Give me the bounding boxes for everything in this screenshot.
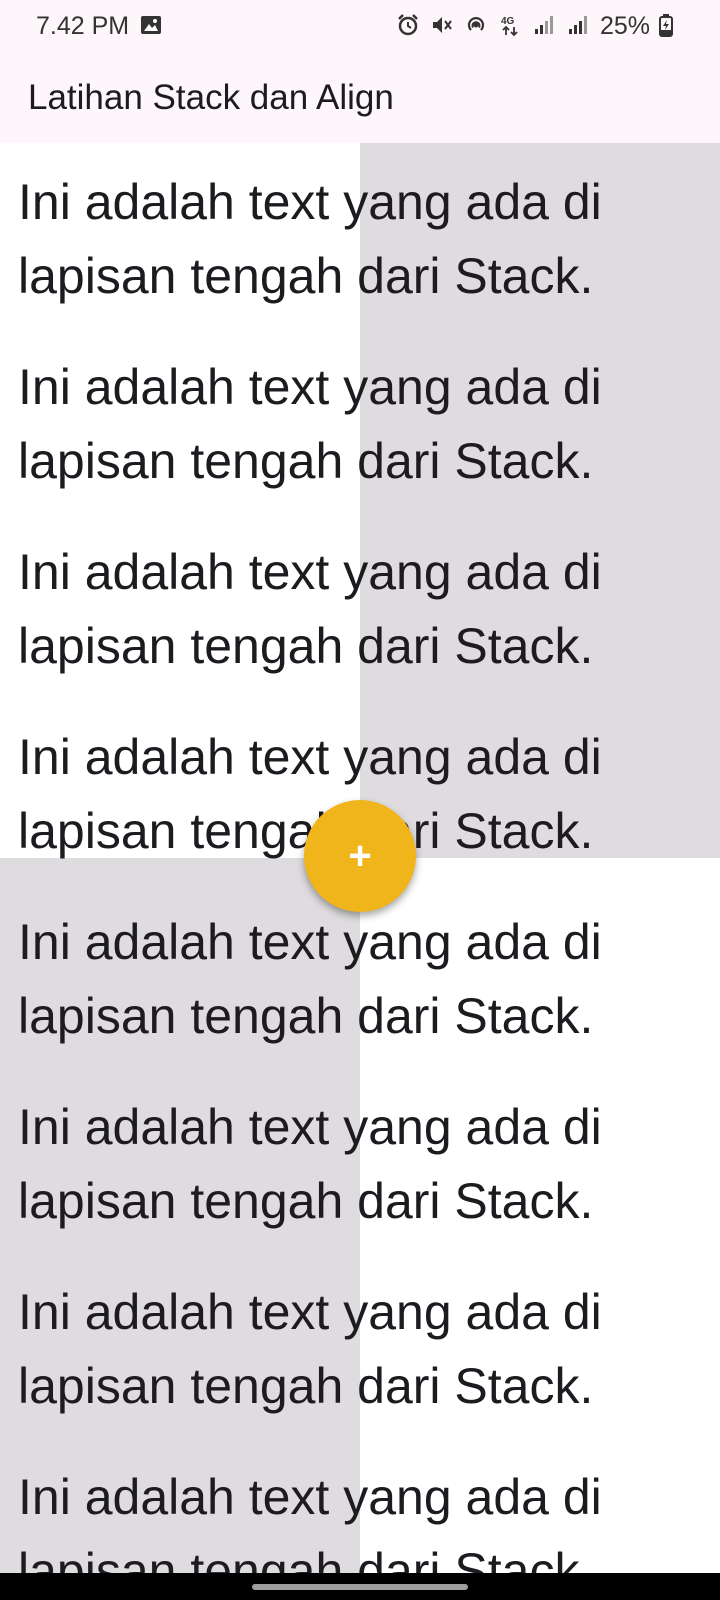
- status-bar: 7.42 PM 4G 25%: [0, 0, 720, 52]
- svg-text:4G: 4G: [501, 16, 515, 27]
- list-item: Ini adalah text yang ada di lapisan teng…: [18, 1090, 708, 1238]
- text-line: Ini adalah text yang ada di: [18, 174, 602, 230]
- text-line: Ini adalah text yang ada di: [18, 1284, 602, 1340]
- text-line: Ini adalah text yang ada di: [18, 1469, 602, 1525]
- text-line: lapisan tengah dari Stack.: [18, 1358, 594, 1414]
- text-line: lapisan tengah dari Stack.: [18, 988, 594, 1044]
- 4g-icon: 4G: [498, 13, 524, 39]
- signal-icon: [566, 13, 592, 39]
- signal-icon: [532, 13, 558, 39]
- status-left: 7.42 PM: [36, 12, 165, 41]
- text-line: Ini adalah text yang ada di: [18, 914, 602, 970]
- list-item: Ini adalah text yang ada di lapisan teng…: [18, 905, 708, 1053]
- status-time: 7.42 PM: [36, 11, 130, 40]
- list-item: Ini adalah text yang ada di lapisan teng…: [18, 350, 708, 498]
- app-bar: Latihan Stack dan Align: [0, 52, 720, 143]
- list-item: Ini adalah text yang ada di lapisan teng…: [18, 1460, 708, 1573]
- image-icon: [139, 13, 165, 39]
- mute-icon: [430, 13, 456, 39]
- text-line: Ini adalah text yang ada di: [18, 729, 602, 785]
- hotspot-icon: [464, 13, 490, 39]
- battery-percent: 25%: [599, 11, 650, 40]
- navigation-bar: [0, 1573, 720, 1600]
- alarm-icon: [396, 13, 422, 39]
- list-item: Ini adalah text yang ada di lapisan teng…: [18, 535, 708, 683]
- text-line: lapisan tengah dari Stack.: [18, 433, 594, 489]
- page-title: Latihan Stack dan Align: [28, 77, 394, 117]
- plus-icon: +: [348, 833, 372, 878]
- add-fab-button[interactable]: +: [304, 800, 416, 912]
- text-line: Ini adalah text yang ada di: [18, 544, 602, 600]
- status-right: 4G 25%: [396, 12, 684, 41]
- text-line: lapisan tengah dari Stack.: [18, 248, 594, 304]
- text-line: lapisan tengah dari Stack.: [18, 1173, 594, 1229]
- text-line: Ini adalah text yang ada di: [18, 359, 602, 415]
- text-line: lapisan tengah dari Stack.: [18, 1543, 594, 1573]
- list-item: Ini adalah text yang ada di lapisan teng…: [18, 165, 708, 313]
- text-line: Ini adalah text yang ada di: [18, 1099, 602, 1155]
- text-line: lapisan tengah dari Stack.: [18, 618, 594, 674]
- battery-charging-icon: [658, 13, 684, 39]
- list-item: Ini adalah text yang ada di lapisan teng…: [18, 1275, 708, 1423]
- home-handle[interactable]: [252, 1584, 468, 1590]
